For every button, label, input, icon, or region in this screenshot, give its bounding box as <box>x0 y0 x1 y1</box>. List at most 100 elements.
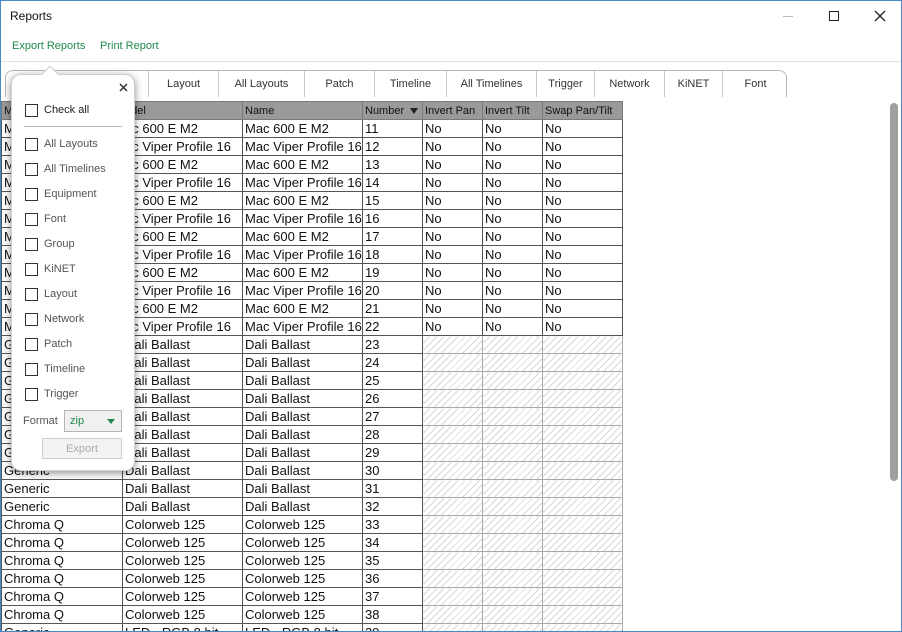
cell-model[interactable]: ac Viper Profile 16 <box>122 245 243 264</box>
table-row[interactable]: Chroma Q Colorweb 125 Colorweb 125 35 <box>1 551 623 570</box>
tab-timeline[interactable]: Timeline <box>374 71 446 97</box>
checkbox[interactable] <box>25 137 38 151</box>
cell-number[interactable]: 34 <box>362 533 423 552</box>
cell-swap-pan-tilt[interactable] <box>542 335 623 354</box>
cell-model[interactable]: Colorweb 125 <box>122 515 243 534</box>
vertical-scrollbar[interactable] <box>886 101 901 631</box>
tab-trigger[interactable]: Trigger <box>536 71 594 97</box>
cell-model[interactable]: ac 600 E M2 <box>122 227 243 246</box>
cell-name[interactable]: Dali Ballast <box>242 461 363 480</box>
cell-number[interactable]: 38 <box>362 605 423 624</box>
cell-number[interactable]: 23 <box>362 335 423 354</box>
cell-invert-tilt[interactable]: No <box>482 119 543 138</box>
cell-name[interactable]: Colorweb 125 <box>242 551 363 570</box>
cell-name[interactable]: Mac 600 E M2 <box>242 227 363 246</box>
cell-invert-pan[interactable]: No <box>422 317 483 336</box>
cell-number[interactable]: 19 <box>362 263 423 282</box>
checkbox[interactable] <box>25 387 38 401</box>
cell-swap-pan-tilt[interactable]: No <box>542 173 623 192</box>
cell-invert-tilt[interactable] <box>482 479 543 498</box>
cell-swap-pan-tilt[interactable]: No <box>542 137 623 156</box>
cell-number[interactable]: 25 <box>362 371 423 390</box>
cell-invert-tilt[interactable] <box>482 605 543 624</box>
cell-number[interactable]: 28 <box>362 425 423 444</box>
column-header-name[interactable]: Name <box>242 101 363 120</box>
cell-name[interactable]: Mac 600 E M2 <box>242 155 363 174</box>
checkbox[interactable] <box>25 212 38 226</box>
cell-invert-pan[interactable] <box>422 407 483 426</box>
column-header-swap-pan-tilt[interactable]: Swap Pan/Tilt <box>542 101 623 120</box>
scrollbar-thumb[interactable] <box>890 103 898 481</box>
cell-name[interactable]: Mac 600 E M2 <box>242 263 363 282</box>
cell-swap-pan-tilt[interactable] <box>542 569 623 588</box>
cell-number[interactable]: 26 <box>362 389 423 408</box>
cell-name[interactable]: Colorweb 125 <box>242 533 363 552</box>
cell-model[interactable]: ac Viper Profile 16 <box>122 209 243 228</box>
cell-manufacturer[interactable]: Generic <box>1 623 123 631</box>
cell-name[interactable]: Dali Ballast <box>242 335 363 354</box>
cell-invert-pan[interactable]: No <box>422 191 483 210</box>
cell-number[interactable]: 27 <box>362 407 423 426</box>
cell-swap-pan-tilt[interactable] <box>542 497 623 516</box>
table-row[interactable]: Generic LED - RGB 8 bit LED - RGB 8 bit 39 <box>1 623 623 631</box>
cell-model[interactable]: ac 600 E M2 <box>122 155 243 174</box>
cell-invert-pan[interactable]: No <box>422 173 483 192</box>
cell-number[interactable]: 39 <box>362 623 423 631</box>
cell-name[interactable]: Mac Viper Profile 16 <box>242 173 363 192</box>
export-option-timeline[interactable]: Timeline <box>25 361 85 377</box>
cell-invert-tilt[interactable] <box>482 497 543 516</box>
cell-number[interactable]: 29 <box>362 443 423 462</box>
tab-all-layouts[interactable]: All Layouts <box>218 71 304 97</box>
table-row[interactable]: Chroma Q Colorweb 125 Colorweb 125 33 <box>1 515 623 534</box>
cell-invert-tilt[interactable] <box>482 407 543 426</box>
cell-swap-pan-tilt[interactable]: No <box>542 317 623 336</box>
cell-model[interactable]: ac Viper Profile 16 <box>122 137 243 156</box>
maximize-button[interactable] <box>811 1 857 31</box>
cell-manufacturer[interactable]: Generic <box>1 497 123 516</box>
cell-swap-pan-tilt[interactable] <box>542 425 623 444</box>
cell-manufacturer[interactable]: Chroma Q <box>1 515 123 534</box>
cell-manufacturer[interactable]: Chroma Q <box>1 587 123 606</box>
cell-name[interactable]: Colorweb 125 <box>242 515 363 534</box>
cell-model[interactable]: ac Viper Profile 16 <box>122 317 243 336</box>
column-header-invert-tilt[interactable]: Invert Tilt <box>482 101 543 120</box>
export-option-group[interactable]: Group <box>25 236 75 252</box>
cell-number[interactable]: 17 <box>362 227 423 246</box>
cell-swap-pan-tilt[interactable] <box>542 371 623 390</box>
cell-swap-pan-tilt[interactable] <box>542 515 623 534</box>
checkbox[interactable] <box>25 337 38 351</box>
print-report-link[interactable]: Print Report <box>100 40 159 52</box>
cell-invert-pan[interactable] <box>422 389 483 408</box>
format-select[interactable]: zip <box>64 410 122 432</box>
cell-invert-tilt[interactable] <box>482 533 543 552</box>
cell-name[interactable]: Dali Ballast <box>242 371 363 390</box>
cell-invert-pan[interactable] <box>422 335 483 354</box>
cell-manufacturer[interactable]: Chroma Q <box>1 551 123 570</box>
export-button[interactable]: Export <box>42 438 122 459</box>
cell-swap-pan-tilt[interactable] <box>542 443 623 462</box>
cell-invert-tilt[interactable] <box>482 551 543 570</box>
cell-manufacturer[interactable]: Chroma Q <box>1 569 123 588</box>
cell-swap-pan-tilt[interactable] <box>542 389 623 408</box>
cell-invert-pan[interactable] <box>422 425 483 444</box>
cell-invert-tilt[interactable] <box>482 371 543 390</box>
checkbox[interactable] <box>25 312 38 326</box>
cell-model[interactable]: Dali Ballast <box>122 335 243 354</box>
cell-number[interactable]: 22 <box>362 317 423 336</box>
cell-invert-tilt[interactable] <box>482 623 543 631</box>
checkbox[interactable] <box>25 262 38 276</box>
cell-invert-tilt[interactable]: No <box>482 317 543 336</box>
checkbox[interactable] <box>25 287 38 301</box>
cell-name[interactable]: Mac Viper Profile 16 <box>242 245 363 264</box>
cell-name[interactable]: Mac Viper Profile 16 <box>242 137 363 156</box>
cell-invert-pan[interactable] <box>422 461 483 480</box>
cell-swap-pan-tilt[interactable] <box>542 605 623 624</box>
popup-close-button[interactable] <box>119 80 128 95</box>
cell-number[interactable]: 13 <box>362 155 423 174</box>
cell-model[interactable]: Dali Ballast <box>122 425 243 444</box>
cell-swap-pan-tilt[interactable] <box>542 623 623 631</box>
cell-invert-tilt[interactable]: No <box>482 245 543 264</box>
checkbox[interactable] <box>25 237 38 251</box>
cell-number[interactable]: 12 <box>362 137 423 156</box>
cell-model[interactable]: Colorweb 125 <box>122 551 243 570</box>
